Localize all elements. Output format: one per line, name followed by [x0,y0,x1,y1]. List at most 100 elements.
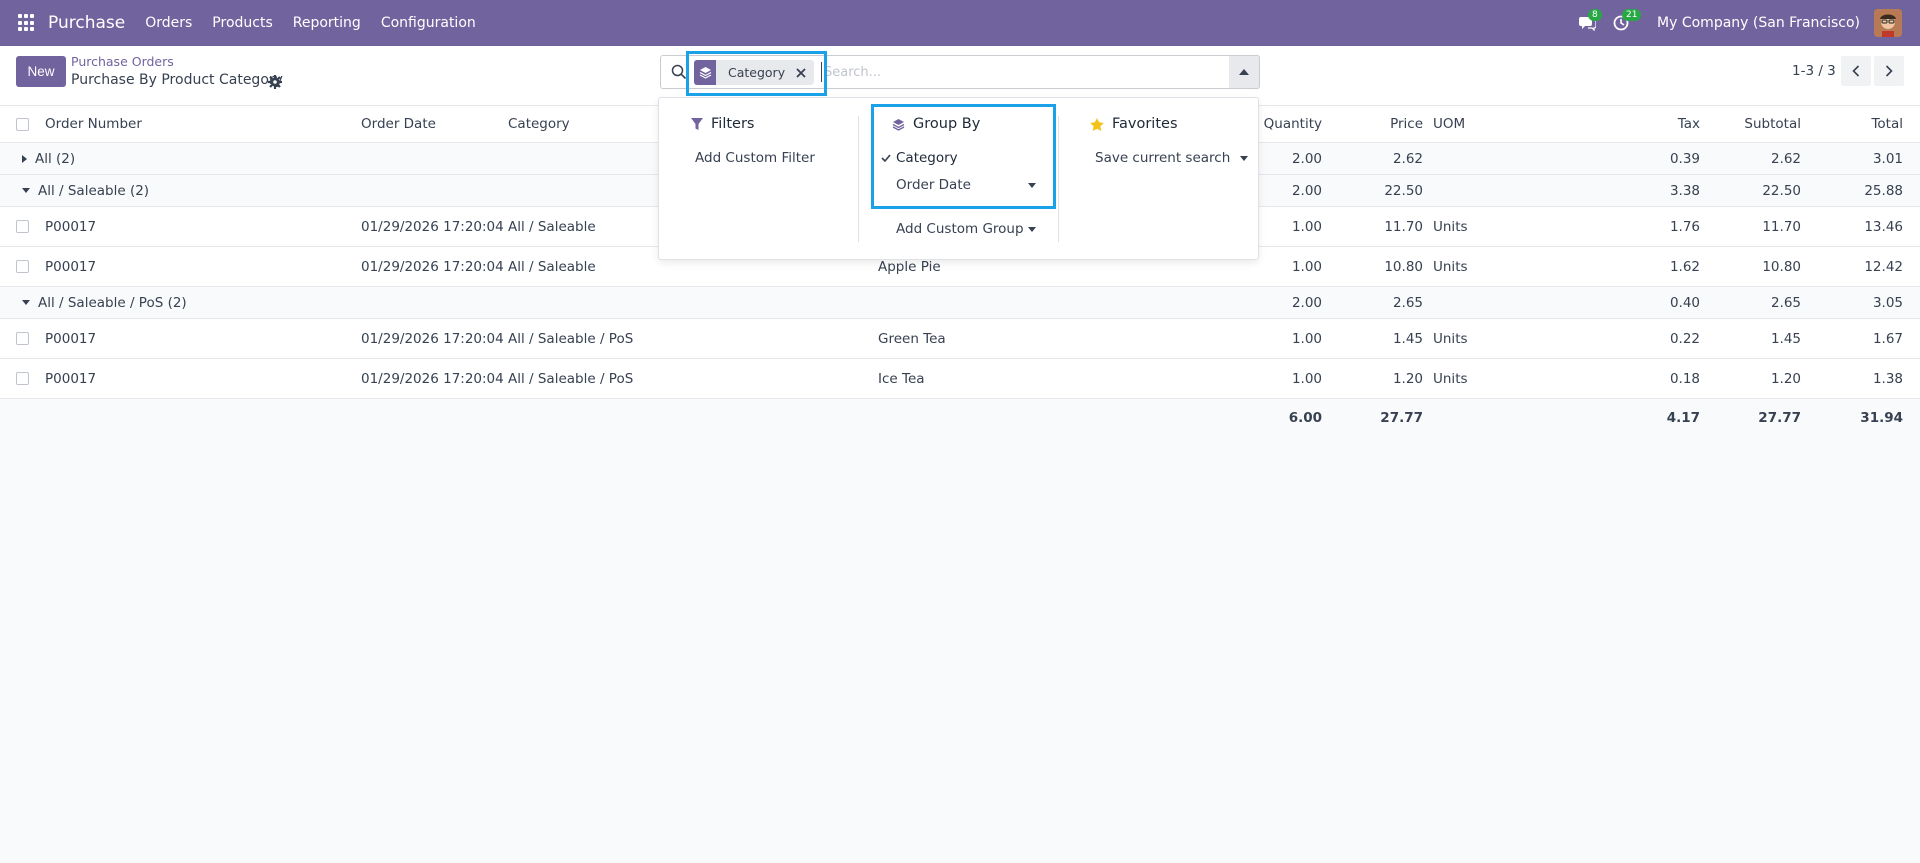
pager-previous-button[interactable] [1841,56,1871,86]
nav-orders[interactable]: Orders [145,15,192,31]
layers-icon [892,118,905,131]
group-row[interactable]: All / Saleable / PoS (2) 2.00 2.65 0.40 … [0,287,1920,319]
row-order-date: 01/29/2026 17:20:04 [361,218,504,235]
row-uom: Units [1433,330,1468,347]
groupby-order-date-option[interactable]: Order Date [896,177,1036,193]
pager-next-button[interactable] [1874,56,1904,86]
save-current-search[interactable]: Save current search [1095,150,1249,166]
breadcrumb-parent[interactable]: Purchase Orders [71,54,174,69]
company-switcher[interactable]: My Company (San Francisco) [1657,15,1860,31]
row-uom: Units [1433,258,1468,275]
app-brand[interactable]: Purchase [48,13,125,33]
group-quantity: 2.00 [1291,294,1322,311]
group-label-all: All (2) [22,143,75,174]
caret-down-icon [1240,155,1249,161]
breadcrumb-current: Purchase By Product Category [71,72,283,88]
new-button[interactable]: New [16,56,66,87]
group-subtotal: 22.50 [1762,182,1801,199]
column-order-number[interactable]: Order Number [45,106,142,142]
top-navbar: Purchase Orders Products Reporting Confi… [0,0,1920,46]
close-icon[interactable] [795,67,807,79]
column-total[interactable]: Total [1810,106,1903,142]
column-subtotal[interactable]: Subtotal [1700,106,1801,142]
layers-icon [694,60,716,85]
add-custom-filter[interactable]: Add Custom Filter [695,150,815,166]
chevron-left-icon [1852,65,1860,77]
row-total: 13.46 [1864,218,1903,235]
group-price: 22.50 [1384,182,1423,199]
caret-up-icon [1239,69,1249,75]
nav-products[interactable]: Products [212,15,272,31]
gear-icon[interactable] [268,75,282,89]
row-checkbox[interactable] [16,372,29,385]
search-facet-category: Category [694,60,814,85]
messages-icon[interactable]: 8 [1577,9,1602,33]
totals-row: 6.00 27.77 4.17 27.77 31.94 [0,399,1920,437]
row-price: 1.20 [1392,370,1423,387]
row-checkbox[interactable] [16,260,29,273]
group-label-saleable: All / Saleable (2) [22,175,149,206]
caret-down-icon [1028,226,1036,232]
row-price: 10.80 [1384,258,1423,275]
group-total: 3.01 [1872,150,1903,167]
groupby-category-option[interactable]: Category [881,150,958,166]
nav-configuration[interactable]: Configuration [381,15,476,31]
row-order-number: P00017 [45,330,97,347]
search-options-dropdown: Filters Add Custom Filter Group By Categ… [658,97,1259,260]
row-tax: 0.18 [1669,370,1700,387]
nav-reporting[interactable]: Reporting [293,15,361,31]
pager-value[interactable]: 1-3 / 3 [1792,63,1836,79]
app-grid-icon[interactable] [18,14,36,32]
row-category: All / Saleable [508,258,596,275]
group-label-pos: All / Saleable / PoS (2) [22,287,187,318]
caret-down-icon [1028,182,1036,188]
column-category[interactable]: Category [508,106,570,142]
group-tax: 0.39 [1669,150,1700,167]
row-order-number: P00017 [45,370,97,387]
table-row[interactable]: P00017 01/29/2026 17:20:04 All / Saleabl… [0,359,1920,399]
group-total: 3.05 [1872,294,1903,311]
caret-down-icon [22,188,30,193]
groupby-heading: Group By [892,116,980,132]
column-price[interactable]: Price [1330,106,1423,142]
facet-label: Category [728,65,786,80]
row-subtotal: 1.20 [1770,370,1801,387]
row-total: 1.38 [1872,370,1903,387]
row-category: All / Saleable / PoS [508,370,634,387]
favorites-heading: Favorites [1090,116,1178,132]
filter-icon [691,117,703,130]
search-input[interactable] [821,62,1241,82]
row-subtotal: 10.80 [1762,258,1801,275]
row-uom: Units [1433,218,1468,235]
row-tax: 1.76 [1669,218,1700,235]
column-order-date[interactable]: Order Date [361,106,436,142]
row-order-number: P00017 [45,258,97,275]
total-tax: 4.17 [1666,410,1700,426]
messages-badge: 8 [1588,9,1602,21]
total-quantity: 6.00 [1288,410,1322,426]
row-price: 1.45 [1392,330,1423,347]
row-checkbox[interactable] [16,332,29,345]
column-uom[interactable]: UOM [1433,106,1465,142]
caret-right-icon [22,154,27,163]
group-subtotal: 2.65 [1770,294,1801,311]
activities-icon[interactable]: 21 [1611,9,1642,33]
table-row[interactable]: P00017 01/29/2026 17:20:04 All / Saleabl… [0,319,1920,359]
group-tax: 3.38 [1669,182,1700,199]
select-all-checkbox[interactable] [16,118,29,131]
total-total: 31.94 [1860,410,1903,426]
row-subtotal: 11.70 [1762,218,1801,235]
group-tax: 0.40 [1669,294,1700,311]
row-checkbox[interactable] [16,220,29,233]
row-order-date: 01/29/2026 17:20:04 [361,370,504,387]
row-uom: Units [1433,370,1468,387]
row-subtotal: 1.45 [1770,330,1801,347]
add-custom-group-select[interactable]: Add Custom Group [896,221,1036,237]
search-icon [671,64,687,80]
dropdown-divider [858,116,859,242]
row-category: All / Saleable / PoS [508,330,634,347]
row-product: Ice Tea [878,370,925,387]
search-options-toggle[interactable] [1229,55,1260,89]
user-avatar[interactable] [1874,9,1902,37]
column-tax[interactable]: Tax [1600,106,1700,142]
